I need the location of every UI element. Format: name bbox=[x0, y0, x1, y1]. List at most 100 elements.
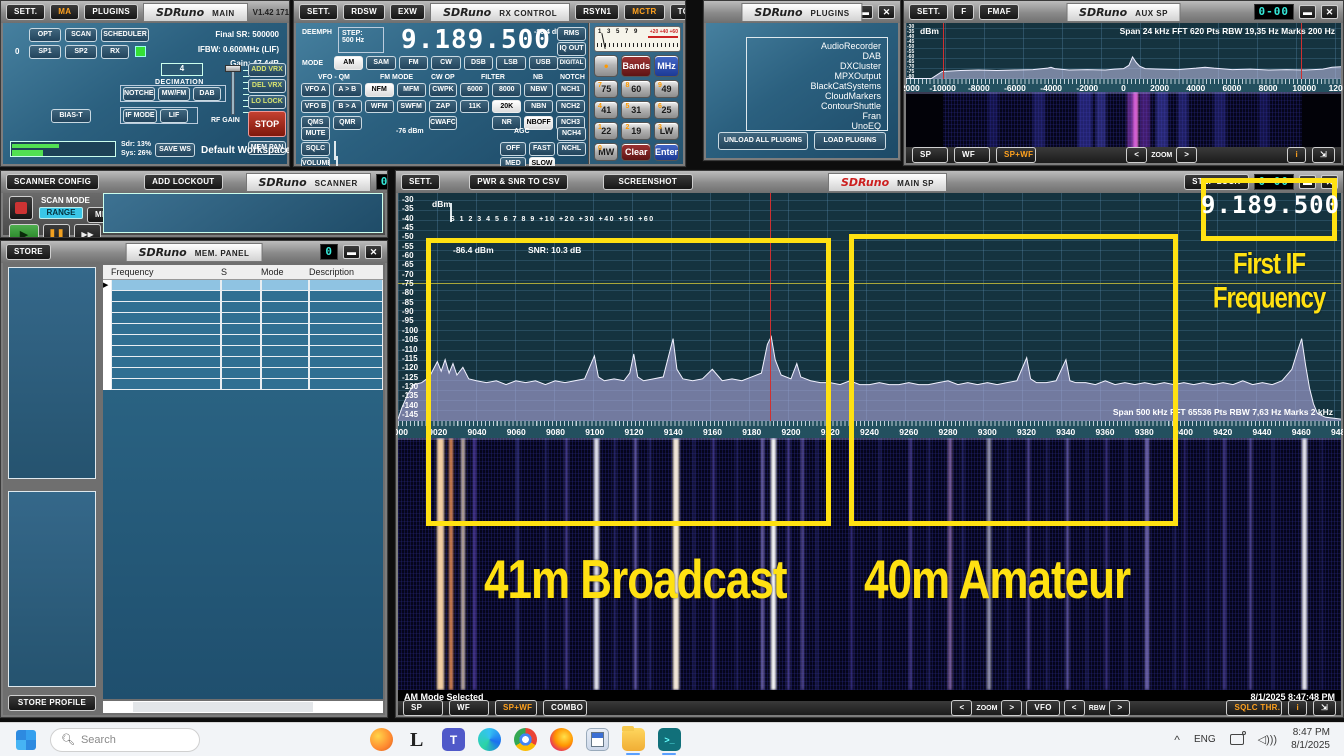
rx-grid-button[interactable]: VFO B bbox=[301, 100, 330, 114]
rsyn1-button[interactable]: RSYN1 bbox=[575, 4, 619, 20]
keypad-key[interactable]: Bands bbox=[621, 55, 651, 77]
row-selector-gutter[interactable] bbox=[103, 357, 111, 368]
sp1-button[interactable]: SP1 bbox=[29, 45, 61, 59]
close-icon[interactable]: ✕ bbox=[1321, 5, 1338, 19]
plugin-list-item[interactable]: UnoEQ bbox=[851, 121, 881, 131]
rbw-up-button[interactable]: > bbox=[1109, 700, 1130, 716]
sp-wf-view-button[interactable]: SP+WF bbox=[495, 700, 537, 716]
keypad-key[interactable]: 949 bbox=[654, 80, 679, 98]
mode-button[interactable]: AM bbox=[334, 56, 363, 70]
mem-table-cell[interactable] bbox=[221, 324, 261, 335]
mem-table-row[interactable] bbox=[103, 324, 383, 335]
mem-table-cell[interactable] bbox=[261, 335, 309, 346]
agc-off-button[interactable]: OFF bbox=[500, 142, 526, 156]
exw-button[interactable]: EXW bbox=[390, 4, 425, 20]
row-selector-gutter[interactable] bbox=[103, 302, 111, 313]
rx-grid-button[interactable]: ZAP bbox=[429, 100, 458, 114]
mem-table-row[interactable] bbox=[103, 291, 383, 302]
keypad-key[interactable]: 441 bbox=[594, 101, 618, 119]
rdsw-button[interactable]: RDSW bbox=[343, 4, 385, 20]
scan-range-button[interactable]: RANGE bbox=[39, 207, 83, 219]
mem-table-cell[interactable] bbox=[309, 280, 383, 291]
scan-play-button[interactable]: ▶ bbox=[9, 224, 39, 238]
mem-table-cell[interactable] bbox=[221, 313, 261, 324]
mem-bank-list-bottom[interactable] bbox=[8, 491, 96, 687]
dab-notch-button[interactable]: DAB bbox=[193, 87, 221, 101]
mode-button[interactable]: LSB bbox=[496, 56, 525, 70]
row-selector-gutter[interactable] bbox=[103, 335, 111, 346]
mode-button[interactable]: CW bbox=[431, 56, 460, 70]
sqlc-button[interactable]: SQLC bbox=[301, 142, 330, 156]
column-header[interactable]: Description bbox=[309, 267, 383, 277]
mem-table-cell[interactable] bbox=[221, 346, 261, 357]
mem-table-cell[interactable] bbox=[309, 313, 383, 324]
mem-table-cell[interactable] bbox=[111, 368, 221, 379]
step-box[interactable]: STEP:500 Hz bbox=[338, 27, 384, 53]
labview-app-icon[interactable]: L bbox=[406, 728, 429, 751]
plugin-list-item[interactable]: ContourShuttle bbox=[821, 101, 881, 111]
mode-button[interactable]: DSB bbox=[464, 56, 493, 70]
stop-button[interactable]: STOP bbox=[248, 111, 286, 137]
rx-grid-button[interactable]: B > A bbox=[333, 100, 362, 114]
mem-table-row[interactable] bbox=[103, 302, 383, 313]
mem-table-cell[interactable] bbox=[111, 313, 221, 324]
tctr-button[interactable]: TCTR bbox=[670, 4, 686, 20]
scheduler-button[interactable]: SCHEDULER bbox=[101, 28, 149, 42]
mem-table-cell[interactable] bbox=[309, 379, 383, 390]
settings-button[interactable]: SETT. bbox=[401, 174, 440, 190]
mem-table-cell[interactable] bbox=[309, 346, 383, 357]
unload-all-plugins-button[interactable]: UNLOAD ALL PLUGINS bbox=[718, 132, 808, 150]
mem-table-cell[interactable] bbox=[309, 291, 383, 302]
file-explorer-icon[interactable] bbox=[622, 728, 645, 751]
scrollbar-thumb[interactable] bbox=[133, 702, 313, 712]
plugin-list-item[interactable]: CloudMarkers bbox=[825, 91, 881, 101]
language-indicator[interactable]: ENG bbox=[1194, 734, 1216, 745]
sqlc-threshold-button[interactable]: SQLC THR. bbox=[1226, 700, 1282, 716]
plugin-list-item[interactable]: MPXOutput bbox=[834, 71, 881, 81]
rx-button[interactable]: RX bbox=[101, 45, 129, 59]
zoom-out-button[interactable]: < bbox=[951, 700, 972, 716]
hidden-icons-chevron[interactable]: ^ bbox=[1174, 733, 1180, 747]
mem-table-cell[interactable] bbox=[309, 302, 383, 313]
mem-table-row[interactable] bbox=[103, 379, 383, 390]
keypad-key[interactable]: 625 bbox=[654, 101, 679, 119]
fmaf-button[interactable]: FMAF bbox=[979, 4, 1018, 20]
mem-table-cell[interactable] bbox=[111, 324, 221, 335]
mctr-button[interactable]: MCTR bbox=[624, 4, 664, 20]
mem-table-cell[interactable] bbox=[111, 335, 221, 346]
notches-button[interactable]: NOTCHES bbox=[123, 87, 155, 101]
load-plugins-button[interactable]: LOAD PLUGINS bbox=[814, 132, 886, 150]
row-selector-gutter[interactable] bbox=[103, 368, 111, 379]
zoom-in-button[interactable]: > bbox=[1176, 147, 1197, 163]
ma-button[interactable]: MA bbox=[50, 4, 79, 20]
rx-grid-button[interactable]: WFM bbox=[365, 100, 394, 114]
active-terminal-icon[interactable]: >_ bbox=[658, 728, 681, 751]
store-profile-button[interactable]: STORE PROFILE bbox=[8, 695, 96, 711]
vfo-button[interactable]: VFO bbox=[1026, 700, 1059, 716]
mem-table-cell[interactable] bbox=[221, 335, 261, 346]
teams-icon[interactable]: T bbox=[442, 728, 465, 751]
row-selector-gutter[interactable]: ▶ bbox=[103, 280, 111, 291]
row-selector-gutter[interactable] bbox=[103, 291, 111, 302]
aux-spectrum-plot[interactable]: dBm Span 24 kHz FFT 620 Pts RBW 19,35 Hz… bbox=[906, 23, 1341, 79]
aux-waterfall[interactable] bbox=[906, 92, 1341, 149]
mem-table-cell[interactable] bbox=[221, 280, 261, 291]
digital-mode-button[interactable]: DIGITAL bbox=[557, 57, 586, 70]
agc-med-button[interactable]: MED bbox=[500, 157, 526, 167]
screenshot-button[interactable]: SCREENSHOT bbox=[603, 174, 693, 190]
agc-fast-button[interactable]: FAST bbox=[529, 142, 555, 156]
keypad-key[interactable]: MHz bbox=[654, 55, 679, 77]
chrome-icon[interactable] bbox=[514, 728, 537, 751]
bias-t-button[interactable]: BIAS-T bbox=[51, 109, 91, 123]
keypad-key[interactable]: 0MW bbox=[594, 143, 618, 161]
store-button[interactable]: STORE bbox=[6, 244, 51, 260]
volume-slider[interactable] bbox=[336, 156, 338, 167]
pwr-snr-csv-button[interactable]: PWR & SNR TO CSV bbox=[469, 174, 567, 190]
sp-view-button[interactable]: SP bbox=[912, 147, 948, 163]
mwfm-notch-button[interactable]: MW/FM bbox=[158, 87, 190, 101]
keypad-key[interactable]: 531 bbox=[621, 101, 651, 119]
keypad-key[interactable]: 3LW bbox=[654, 122, 679, 140]
squelch-threshold-line[interactable] bbox=[398, 283, 1341, 284]
plugin-list-item[interactable]: DAB bbox=[862, 51, 881, 61]
zoom-in-button[interactable]: > bbox=[1001, 700, 1022, 716]
